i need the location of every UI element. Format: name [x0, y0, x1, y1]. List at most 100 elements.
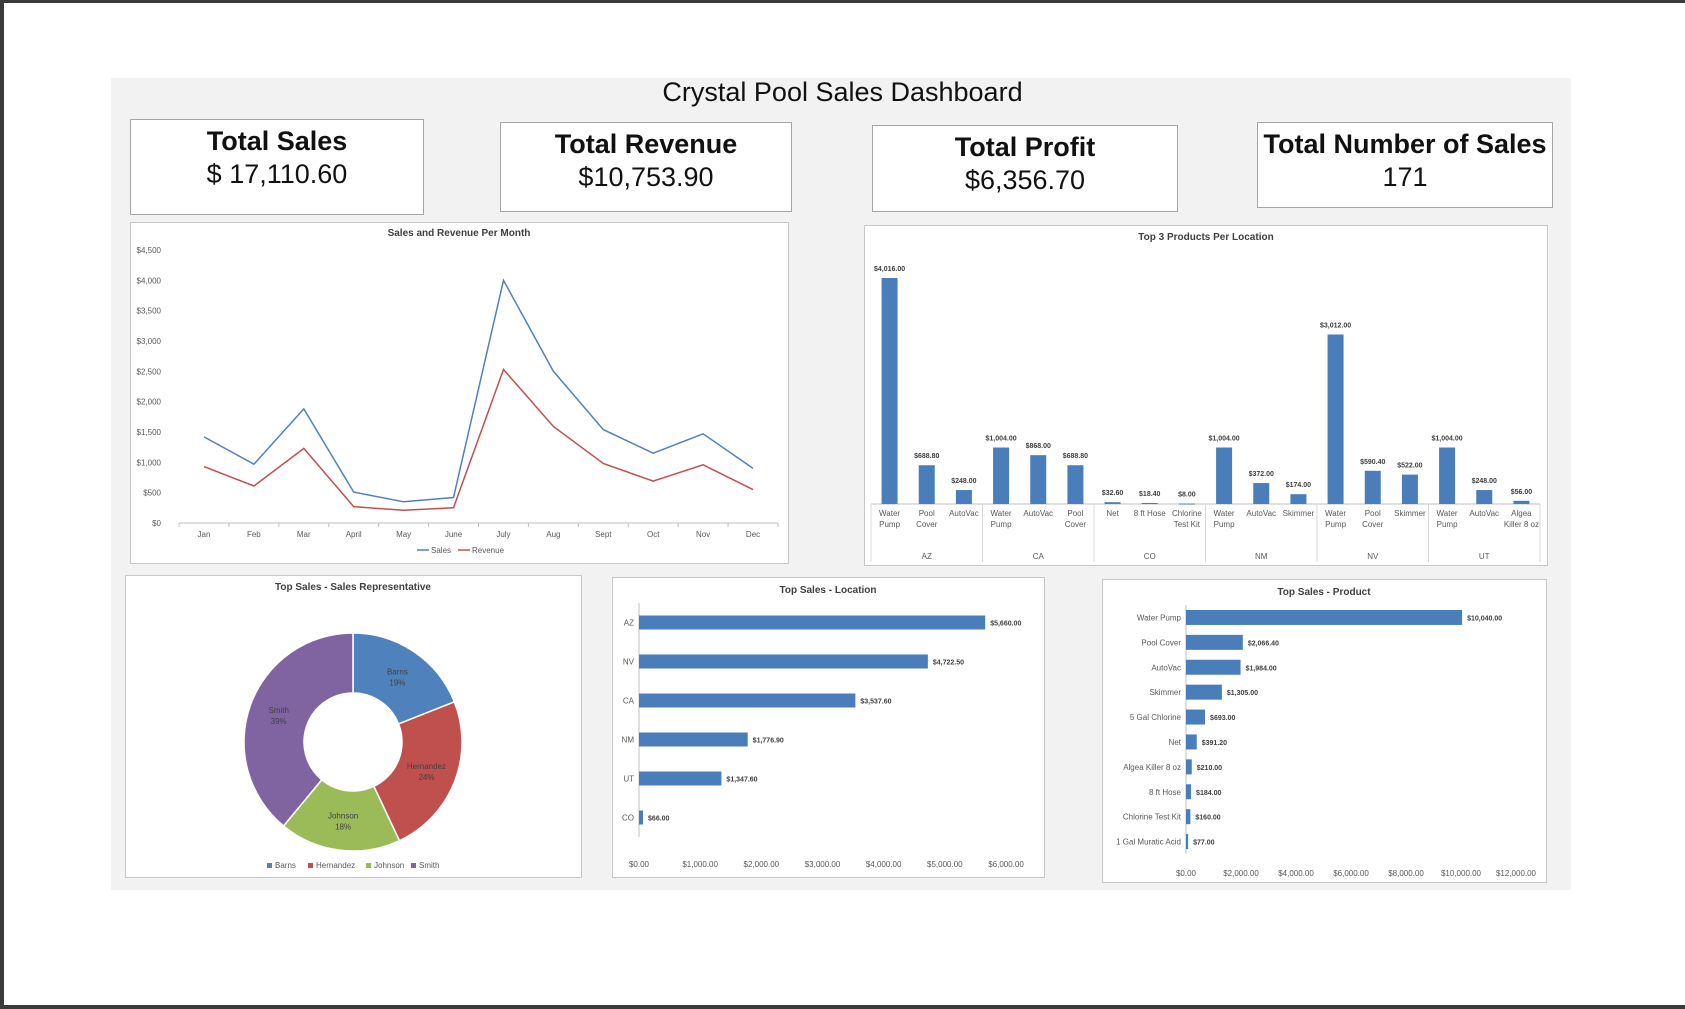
slice-name-label: Hernandez — [407, 762, 446, 771]
x-tick-label: $0.00 — [1176, 869, 1197, 878]
group-label: CA — [1033, 552, 1045, 561]
bar — [639, 771, 722, 786]
legend-swatch — [267, 863, 272, 868]
category-label: Pool Cover — [916, 509, 938, 529]
data-label: $10,040.00 — [1467, 615, 1502, 622]
legend-label: Hernandez — [316, 861, 355, 870]
x-tick-label: $6,000.00 — [988, 860, 1024, 869]
data-label: $688.80 — [1063, 453, 1088, 460]
data-label: $1,347.60 — [726, 777, 757, 784]
bar — [1186, 659, 1241, 675]
x-tick-label: $6,000.00 — [1333, 869, 1369, 878]
bar — [1216, 447, 1233, 504]
category-label: Water Pump — [1213, 509, 1235, 529]
slice-percent-label: 19% — [389, 679, 405, 688]
category-label: 8 ft Hose — [1149, 788, 1182, 797]
sales-rep-chart-panel: Top Sales - Sales Representative Barns 19%… — [125, 575, 582, 878]
kpi-value: $6,356.70 — [964, 165, 1086, 195]
x-tick-label: $5,000.00 — [927, 860, 963, 869]
kpi-total-revenue: Total Revenue $10,753.90 — [500, 122, 792, 212]
chart-title: Top 3 Products Per Location — [1138, 232, 1273, 243]
category-label: Algea Killer 8 oz — [1123, 763, 1181, 772]
kpi-total-profit: Total Profit $6,356.70 — [872, 125, 1178, 212]
slice-name-label: Barns — [387, 668, 408, 677]
legend-label: Barns — [275, 861, 296, 870]
x-tick-label: Aug — [546, 530, 560, 539]
legend-swatch — [411, 863, 416, 868]
sales-revenue-chart-panel: Sales and Revenue Per Month $0 $500 $1,000 $… — [130, 222, 789, 564]
x-tick-label: Jan — [198, 530, 211, 539]
location-bar-chart: Top Sales - Location AZ $5,660.00 NV $4,722.… — [622, 585, 1025, 869]
sales-revenue-line-chart: Sales and Revenue Per Month $0 $500 $1,000 $… — [137, 228, 779, 555]
bar — [639, 693, 856, 708]
data-label: $4,722.50 — [933, 660, 964, 667]
kpi-total-sales: Total Sales $ 17,110.60 — [130, 119, 424, 215]
kpi-total-number-of-sales: Total Number of Sales 171 — [1257, 122, 1553, 208]
data-label: $174.00 — [1286, 482, 1311, 489]
category-label: Water Pump — [1137, 613, 1182, 622]
kpi-value: $ 17,110.60 — [206, 159, 348, 189]
x-tick-label: $8,000.00 — [1388, 869, 1424, 878]
category-label: CO — [622, 814, 634, 823]
dashboard-title: Crystal Pool Sales Dashboard — [662, 77, 1023, 107]
top3-products-chart-panel: Top 3 Products Per Location $4,016.00 Wate… — [864, 225, 1548, 566]
bar — [881, 278, 898, 504]
window-top-border — [0, 0, 1685, 3]
x-tick-label: $2,000.00 — [1223, 869, 1259, 878]
data-label: $32.60 — [1102, 490, 1124, 497]
bar — [1186, 759, 1192, 775]
y-tick-label: $2,500 — [137, 367, 162, 376]
y-tick-label: $3,000 — [137, 337, 162, 346]
window-left-border — [0, 0, 4, 1009]
chart-title: Top Sales - Sales Representative — [275, 582, 431, 593]
bar — [1067, 465, 1084, 504]
category-label: 5 Gal Chlorine — [1130, 713, 1182, 722]
x-tick-label: $1,000.00 — [682, 860, 718, 869]
data-label: $868.00 — [1026, 443, 1051, 450]
group-label: UT — [1479, 552, 1490, 561]
x-tick-label: $10,000.00 — [1441, 869, 1482, 878]
x-tick-label: Feb — [247, 530, 261, 539]
bar — [1186, 709, 1206, 725]
category-label: Net — [1106, 509, 1119, 518]
data-label: $248.00 — [1472, 478, 1497, 485]
y-tick-label: $1,500 — [137, 428, 162, 437]
category-label: 8 ft Hose — [1133, 509, 1166, 518]
bar — [1253, 483, 1270, 504]
bar — [1186, 809, 1191, 825]
data-label: $4,016.00 — [874, 266, 905, 273]
series-line-sales — [203, 278, 754, 503]
x-tick-label: $4,000.00 — [1278, 869, 1314, 878]
legend-label: Smith — [419, 861, 439, 870]
bar — [1401, 474, 1418, 504]
x-tick-label: $2,000.00 — [744, 860, 780, 869]
slice-percent-label: 24% — [418, 773, 434, 782]
data-label: $693.00 — [1210, 715, 1235, 722]
data-label: $56.00 — [1511, 489, 1533, 496]
bar — [1141, 502, 1158, 504]
product-chart-panel: Top Sales - Product Water Pump $10,040.00 P… — [1102, 579, 1547, 883]
legend-swatch — [366, 863, 371, 868]
x-tick-label: May — [396, 530, 411, 539]
slice-name-label: Smith — [268, 706, 288, 715]
bar — [1513, 500, 1530, 504]
data-label: $522.00 — [1397, 463, 1422, 470]
bar — [1186, 734, 1197, 750]
category-label: Pool Cover — [1064, 509, 1087, 529]
bar — [993, 447, 1010, 504]
category-label: Net — [1169, 738, 1182, 747]
bar — [1186, 634, 1243, 650]
bar — [639, 810, 644, 825]
y-tick-label: $4,000 — [137, 276, 162, 285]
group-label: NV — [1367, 552, 1379, 561]
data-label: $1,305.00 — [1227, 690, 1258, 697]
bar — [639, 654, 928, 669]
window-bottom-border — [0, 1005, 1685, 1009]
legend-label: Revenue — [472, 546, 505, 555]
kpi-value: $10,753.90 — [578, 162, 714, 192]
y-tick-label: $3,500 — [137, 307, 162, 316]
x-tick-label: Oct — [647, 530, 660, 539]
bar — [1327, 334, 1344, 504]
category-label: 1 Gal Muratic Acid — [1116, 838, 1181, 847]
y-tick-label: $4,500 — [137, 246, 162, 255]
